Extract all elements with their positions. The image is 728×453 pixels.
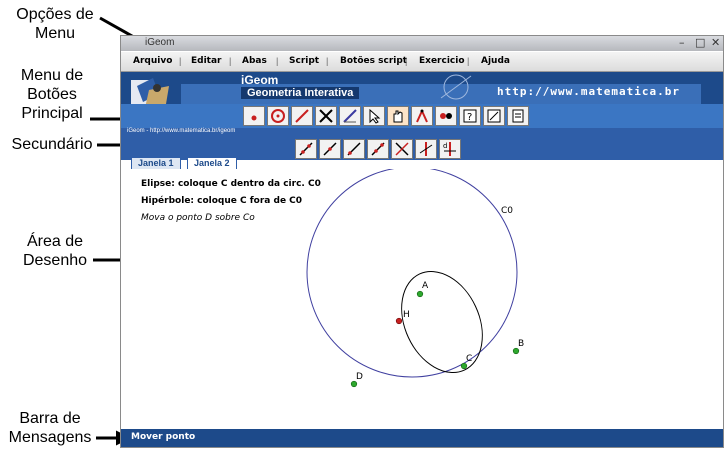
zoom-button[interactable] (483, 106, 505, 126)
point-icon (251, 115, 257, 121)
circle-tool-button[interactable] (267, 106, 289, 126)
mirror-tool-button[interactable] (435, 106, 457, 126)
help-button[interactable]: ? (459, 106, 481, 126)
distance-button[interactable]: d (439, 139, 461, 159)
annotation-menu-options-text: Opções de Menu (16, 6, 94, 42)
header-banner: iGeom Geometria Interativa http://www.ma… (121, 72, 723, 104)
bisector-icon (419, 142, 433, 156)
menu-separator: | (229, 56, 232, 66)
annotation-draw-area-line1: Área de (26, 233, 84, 250)
menu-exercicio[interactable]: Exercicio (419, 56, 465, 66)
menu-abas[interactable]: Abas (242, 56, 267, 66)
url-strip-text: iGeom - http://www.matematica.br/igeom (127, 128, 236, 134)
segment-points-icon (299, 142, 313, 156)
label-c0: C0 (501, 206, 513, 216)
line-points-icon (323, 142, 337, 156)
point-h (395, 317, 403, 325)
segment-variant-3-button[interactable] (343, 139, 365, 159)
app-name: iGeom (241, 73, 279, 87)
segment-icon (295, 109, 309, 123)
menu-editar[interactable]: Editar (191, 56, 222, 66)
svg-text:d: d (443, 142, 447, 150)
annotation-menu-options: Opções de Menu (0, 5, 110, 43)
point-tool-button[interactable] (243, 106, 265, 126)
close-icon[interactable]: ✕ (711, 36, 720, 49)
help-icon: ? (463, 109, 477, 123)
bisector-button[interactable] (415, 139, 437, 159)
igeom-window: iGeom – □ ✕ Arquivo | Editar | Abas | Sc… (120, 35, 724, 448)
menu-ajuda[interactable]: Ajuda (481, 56, 510, 66)
menu-bar: Arquivo | Editar | Abas | Script | Botõe… (121, 52, 723, 72)
maximize-icon[interactable]: □ (695, 36, 705, 49)
main-toolbar: ? (121, 104, 723, 128)
cursor-arrow-icon (369, 108, 381, 124)
document-icon (512, 109, 524, 123)
label-d: D (356, 372, 363, 382)
menu-separator: | (405, 56, 408, 66)
ray-icon (347, 142, 361, 156)
annotation-main-buttons-line1: Menu de (20, 67, 84, 84)
annotation-draw-area: Área de Desenho (5, 232, 105, 270)
annotation-draw-area-line2: Desenho (22, 252, 88, 269)
segment-tool-button[interactable] (291, 106, 313, 126)
script-button[interactable] (507, 106, 529, 126)
annotation-secondary: Secundário (11, 136, 93, 153)
annotation-main-buttons: Menu de Botões Principal (2, 66, 102, 123)
drawing-area[interactable]: Elipse: coloque C dentro da circ. C0 Hip… (123, 169, 721, 427)
banner-url: http://www.matematica.br (497, 85, 680, 98)
point-c (460, 362, 468, 370)
point-a (416, 290, 424, 298)
menu-separator: | (326, 56, 329, 66)
label-b: B (518, 339, 524, 349)
menu-separator: | (467, 56, 470, 66)
segment-variant-1-button[interactable] (295, 139, 317, 159)
zoom-icon (487, 109, 501, 123)
point-d (350, 380, 358, 388)
menu-botoes-script[interactable]: Botões script (340, 56, 407, 66)
compass-tool-button[interactable] (411, 106, 433, 126)
circle-icon (271, 109, 285, 123)
parallel-icon (371, 142, 385, 156)
move-tool-button[interactable] (387, 106, 409, 126)
perpendicular-button[interactable] (391, 139, 413, 159)
label-h: H (403, 310, 410, 320)
annotation-message-bar-line1: Barra de (19, 410, 81, 427)
svg-text:?: ? (467, 112, 472, 123)
globe-icon (440, 74, 472, 100)
label-c: C (466, 354, 472, 364)
segment-variant-4-button[interactable] (367, 139, 389, 159)
label-a: A (422, 281, 429, 291)
annotation-main-buttons-line2: Botões (27, 86, 77, 103)
annotation-message-bar: Barra de Mensagens (0, 409, 100, 447)
circle-c0 (306, 169, 518, 378)
app-subtitle: Geometria Interativa (241, 87, 360, 99)
annotation-main-buttons-line3: Principal (21, 105, 83, 122)
mirror-icon (440, 113, 452, 119)
ellipse (401, 270, 483, 374)
minimize-icon[interactable]: – (679, 36, 685, 49)
message-bar: Mover ponto (121, 429, 723, 447)
hand-icon (393, 110, 403, 123)
intersection-tool-button[interactable] (315, 106, 337, 126)
geometry-drawing: C0 A B C D H (306, 169, 524, 388)
window-title: iGeom (145, 37, 175, 48)
menu-separator: | (179, 56, 182, 66)
menu-arquivo[interactable]: Arquivo (133, 56, 172, 66)
point-b (512, 347, 520, 355)
cross-lines-icon (395, 142, 409, 156)
url-strip: iGeom - http://www.matematica.br/igeom (121, 128, 723, 138)
title-bar: iGeom – □ ✕ (121, 36, 723, 51)
status-message: Mover ponto (131, 432, 196, 442)
pen-icon (343, 109, 357, 123)
menu-separator: | (276, 56, 279, 66)
select-tool-button[interactable] (363, 106, 385, 126)
distance-icon: d (443, 142, 456, 156)
intersection-icon (319, 109, 333, 123)
pen-tool-button[interactable] (339, 106, 361, 126)
compass-icon (416, 109, 428, 123)
menu-script[interactable]: Script (289, 56, 319, 66)
segment-variant-2-button[interactable] (319, 139, 341, 159)
annotation-message-bar-line2: Mensagens (8, 429, 92, 446)
